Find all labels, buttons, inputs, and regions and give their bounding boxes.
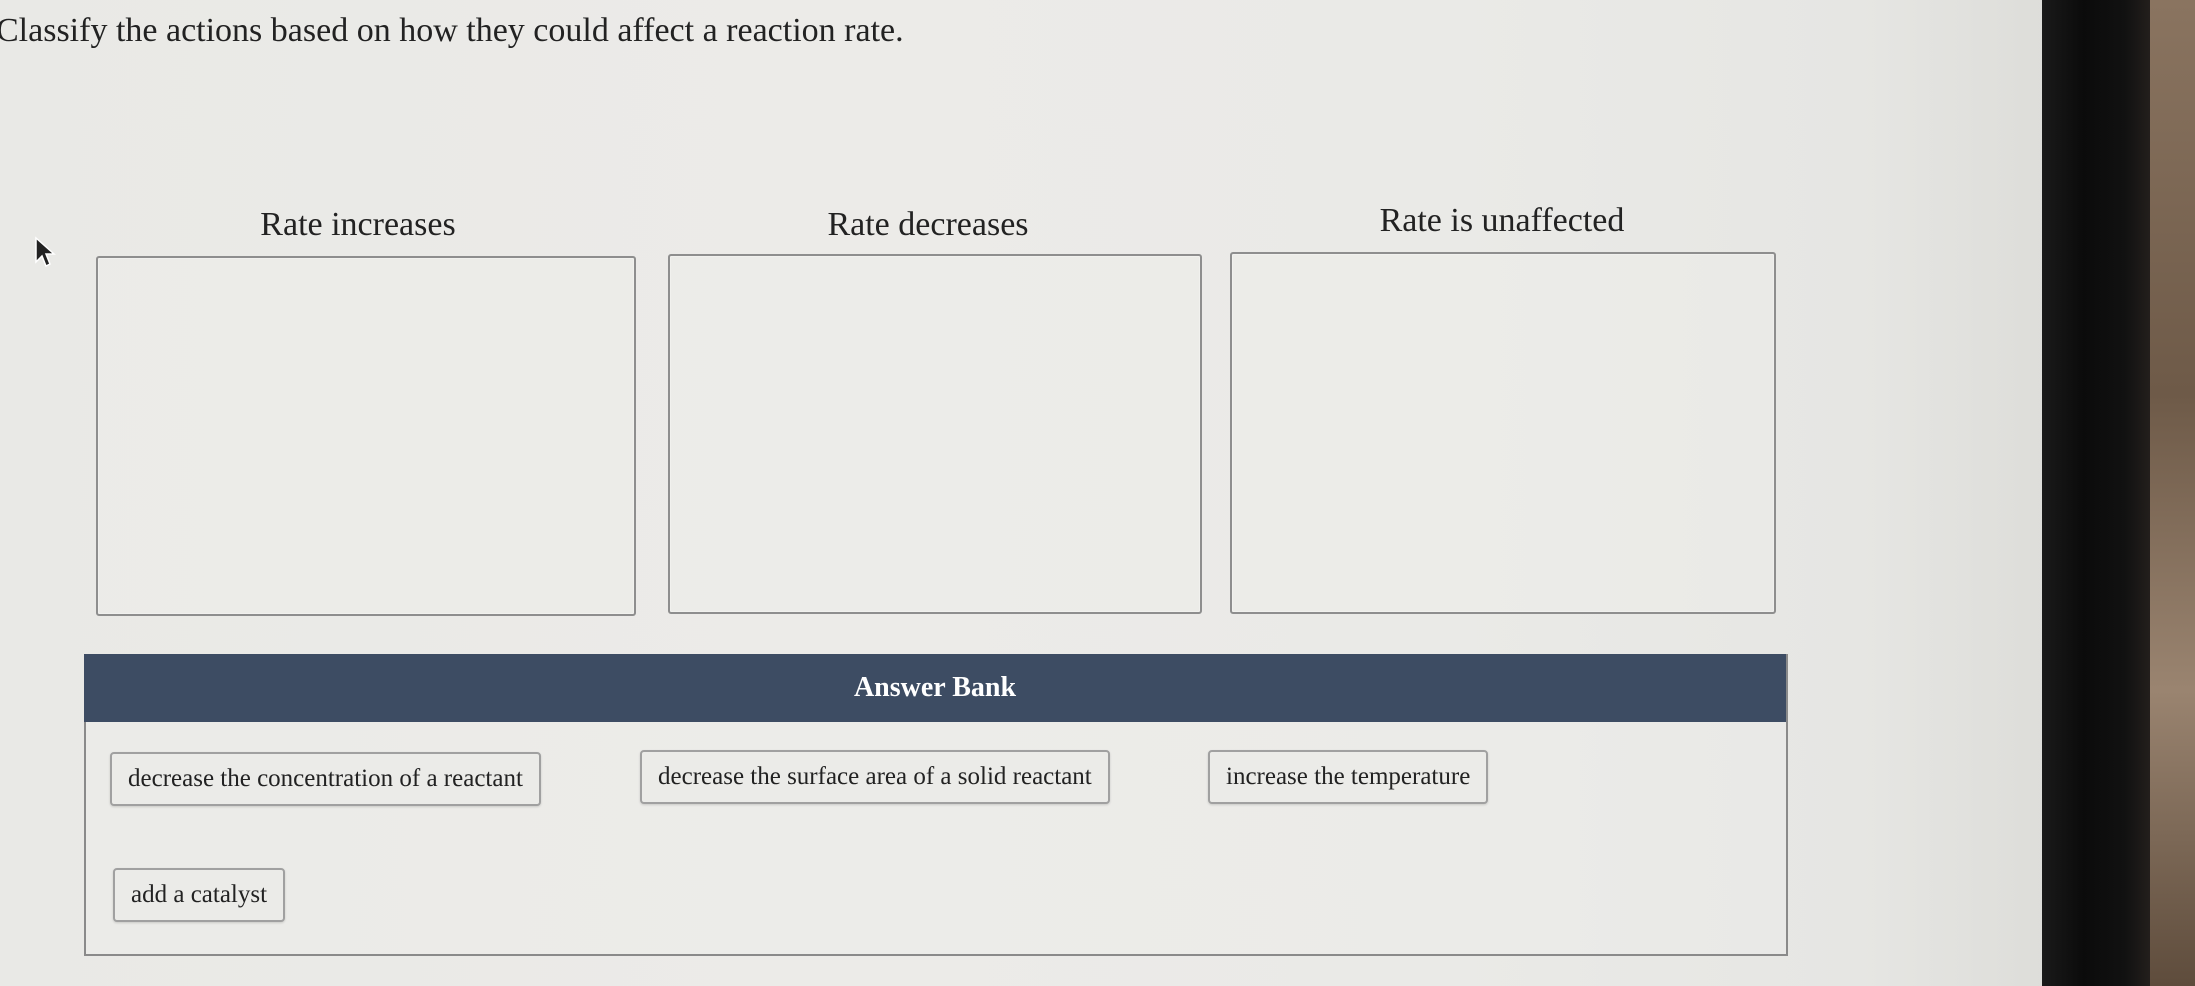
answer-bank-title: Answer Bank <box>84 654 1786 722</box>
answer-chip-decrease-concentration[interactable]: decrease the concentration of a reactant <box>110 752 541 806</box>
background-surface <box>2150 0 2195 986</box>
answer-chip-increase-temperature[interactable]: increase the temperature <box>1208 750 1489 804</box>
answer-chip-add-catalyst[interactable]: add a catalyst <box>113 868 286 922</box>
mouse-pointer-icon <box>35 236 56 268</box>
bin-label-rate-increases: Rate increases <box>260 206 456 243</box>
monitor-bezel <box>2042 0 2160 986</box>
drop-zone-rate-increases[interactable] <box>96 256 636 616</box>
screen: Classify the actions based on how they c… <box>0 0 2068 986</box>
drop-zone-rate-decreases[interactable] <box>668 254 1202 614</box>
bin-label-rate-unaffected: Rate is unaffected <box>1379 202 1625 239</box>
question-prompt: Classify the actions based on how they c… <box>0 12 904 49</box>
drop-zone-rate-unaffected[interactable] <box>1230 252 1776 614</box>
bin-label-rate-decreases: Rate decreases <box>827 206 1029 243</box>
answer-chip-decrease-surface-area[interactable]: decrease the surface area of a solid rea… <box>640 750 1110 804</box>
